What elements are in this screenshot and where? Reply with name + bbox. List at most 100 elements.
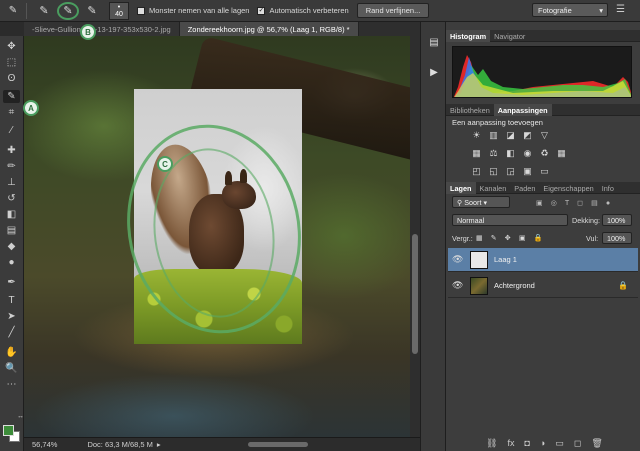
document-canvas[interactable]: C xyxy=(24,36,410,437)
panels-area: Histogram Navigator Bibliotheken Aanpass… xyxy=(446,22,640,451)
layer-thumbnail xyxy=(470,276,488,295)
marquee-tool-icon[interactable]: ⬚ xyxy=(3,56,20,69)
group-folder-icon[interactable]: ▭ xyxy=(555,438,564,449)
layer-name: Laag 1 xyxy=(494,255,517,264)
tab-navigator[interactable]: Navigator xyxy=(490,30,529,42)
properties-dock-icon[interactable]: ▤ xyxy=(427,36,441,48)
clone-stamp-tool-icon[interactable]: ⊥ xyxy=(3,176,20,189)
foreground-color-swatch[interactable] xyxy=(3,425,14,436)
gradient-tool-icon[interactable]: ▤ xyxy=(3,224,20,237)
status-arrow-icon[interactable]: ▸ xyxy=(157,440,161,449)
black-white-icon[interactable]: ◧ xyxy=(504,148,517,159)
new-selection-brush-icon[interactable]: ✎ xyxy=(33,2,55,20)
layer-filter-select[interactable]: ⚲ Soort ▾ xyxy=(452,196,510,208)
subtract-selection-brush-icon[interactable]: ✎ xyxy=(81,2,103,20)
add-to-selection-brush-icon[interactable]: ✎ xyxy=(57,1,79,20)
dodge-tool-icon[interactable]: ● xyxy=(3,256,20,269)
trash-icon[interactable]: 🗑 xyxy=(591,438,602,449)
horizontal-scroll-thumb[interactable] xyxy=(248,442,308,447)
adjustments-panel-tabs: Bibliotheken Aanpassingen xyxy=(446,104,640,116)
layers-panel-tabs: Lagen Kanalen Paden Eigenschappen Info xyxy=(446,182,640,194)
collapsed-panel-dock: ▤ ▶ xyxy=(420,22,446,451)
brush-tool-icon[interactable]: ✏ xyxy=(3,160,20,173)
threshold-icon[interactable]: ◲ xyxy=(504,166,517,177)
levels-icon[interactable]: ▥ xyxy=(487,130,500,141)
vertical-scrollbar[interactable] xyxy=(410,36,420,437)
auto-enhance-checkbox[interactable]: ✓ Automatisch verbeteren xyxy=(257,6,349,15)
lock-icon: 🔒 xyxy=(618,281,628,290)
line-tool-icon[interactable]: ╱ xyxy=(3,326,20,339)
tab-channels[interactable]: Kanalen xyxy=(476,182,511,194)
lock-icons[interactable]: ▦ ✎ ✥ ▣ 🔒 xyxy=(476,233,546,242)
gradient-map-icon[interactable]: ▭ xyxy=(538,166,551,177)
fill-input[interactable]: 100% xyxy=(602,232,632,244)
link-layers-icon[interactable]: ⛓ xyxy=(486,438,497,449)
tab-libraries[interactable]: Bibliotheken xyxy=(446,104,494,116)
histogram-chart xyxy=(452,46,632,98)
auto-enhance-label: Automatisch verbeteren xyxy=(269,6,349,15)
tab-paths[interactable]: Paden xyxy=(510,182,539,194)
chevron-down-icon: ▾ xyxy=(599,5,603,15)
tab-slieve-gullion[interactable]: -Slieve-Gullion...11-13-197-353x530-2.jp… xyxy=(24,22,180,36)
blend-mode-select[interactable]: Normaal xyxy=(452,214,568,226)
vibrance-icon[interactable]: ▽ xyxy=(538,130,551,141)
eye-icon[interactable]: 👁 xyxy=(452,254,464,265)
move-tool-icon[interactable]: ✥ xyxy=(3,40,20,53)
brightness-contrast-icon[interactable]: ☀ xyxy=(470,130,483,141)
history-brush-tool-icon[interactable]: ↺ xyxy=(3,192,20,205)
new-layer-icon[interactable]: ◻ xyxy=(574,438,581,449)
zoom-tool-icon[interactable]: 🔍 xyxy=(3,362,20,375)
opacity-input[interactable]: 100% xyxy=(602,214,632,226)
healing-brush-tool-icon[interactable]: ✚ xyxy=(3,144,20,157)
channel-mixer-icon[interactable]: ♻ xyxy=(538,148,551,159)
refine-edge-button[interactable]: Rand verfijnen... xyxy=(356,3,430,18)
invert-icon[interactable]: ◰ xyxy=(470,166,483,177)
marker-a: A xyxy=(23,100,39,116)
more-tools-icon[interactable]: ⋯ xyxy=(3,378,20,391)
curves-icon[interactable]: ◪ xyxy=(504,130,517,141)
type-tool-icon[interactable]: T xyxy=(3,294,20,307)
panel-menu-icon[interactable]: ☰ xyxy=(616,4,625,15)
vertical-scroll-thumb[interactable] xyxy=(412,234,418,354)
path-selection-tool-icon[interactable]: ➤ xyxy=(3,310,20,323)
blend-mode-value: Normaal xyxy=(457,215,485,225)
tab-adjustments[interactable]: Aanpassingen xyxy=(493,104,552,116)
hue-saturation-icon[interactable]: ▦ xyxy=(470,148,483,159)
posterize-icon[interactable]: ◱ xyxy=(487,166,500,177)
blur-tool-icon[interactable]: ◆ xyxy=(3,240,20,253)
tab-properties[interactable]: Eigenschappen xyxy=(539,182,597,194)
lasso-tool-icon[interactable]: ʘ xyxy=(3,72,20,85)
quick-selection-tool-preset-icon[interactable]: ✎ xyxy=(4,3,22,19)
eyedropper-tool-icon[interactable]: ⁄ xyxy=(3,124,20,137)
layer-filter-icons[interactable]: ▣ ◎ T ◻ ▤ ● xyxy=(536,198,613,207)
crop-tool-icon[interactable]: ⌗ xyxy=(3,106,20,119)
play-actions-icon[interactable]: ▶ xyxy=(427,66,441,78)
histogram-panel-tabs: Histogram Navigator xyxy=(446,30,640,42)
quick-selection-tool-icon[interactable]: ✎ xyxy=(3,90,20,103)
adjustment-layer-icon[interactable]: ◑ xyxy=(540,438,545,449)
search-icon: ⚲ xyxy=(457,197,463,207)
tab-layers[interactable]: Lagen xyxy=(446,182,476,194)
layer-row-achtergrond[interactable]: 👁 Achtergrond 🔒 xyxy=(448,274,638,298)
eye-icon[interactable]: 👁 xyxy=(452,280,464,291)
eraser-tool-icon[interactable]: ◧ xyxy=(3,208,20,221)
brush-size-picker[interactable]: • 40 xyxy=(109,1,129,20)
color-balance-icon[interactable]: ⚖ xyxy=(487,148,500,159)
zoom-level[interactable]: 56,74% xyxy=(32,440,57,449)
exposure-icon[interactable]: ◩ xyxy=(521,130,534,141)
tab-info[interactable]: Info xyxy=(598,182,618,194)
layer-row-laag-1[interactable]: 👁 Laag 1 xyxy=(448,248,638,272)
toolbox: ✥ ⬚ ʘ ✎ ⌗ ⁄ ✚ ✏ ⊥ ↺ ◧ ▤ ◆ ● ✒ T ➤ ╱ ✋ 🔍 … xyxy=(0,36,24,451)
hand-tool-icon[interactable]: ✋ xyxy=(3,346,20,359)
add-mask-icon[interactable]: ◘ xyxy=(524,438,529,449)
pen-tool-icon[interactable]: ✒ xyxy=(3,276,20,289)
color-lookup-icon[interactable]: ▦ xyxy=(555,148,568,159)
tab-histogram[interactable]: Histogram xyxy=(446,30,491,42)
tab-zondereekhoorn[interactable]: Zondereekhoorn.jpg @ 56,7% (Laag 1, RGB/… xyxy=(179,22,359,36)
selective-color-icon[interactable]: ▣ xyxy=(521,166,534,177)
adjustments-title: Een aanpassing toevoegen xyxy=(452,118,543,127)
photo-filter-icon[interactable]: ◉ xyxy=(521,148,534,159)
workspace-select[interactable]: Fotografie ▾ xyxy=(532,3,608,17)
layer-style-icon[interactable]: fx xyxy=(507,438,514,449)
sample-all-layers-checkbox[interactable]: Monster nemen van alle lagen xyxy=(137,6,249,15)
